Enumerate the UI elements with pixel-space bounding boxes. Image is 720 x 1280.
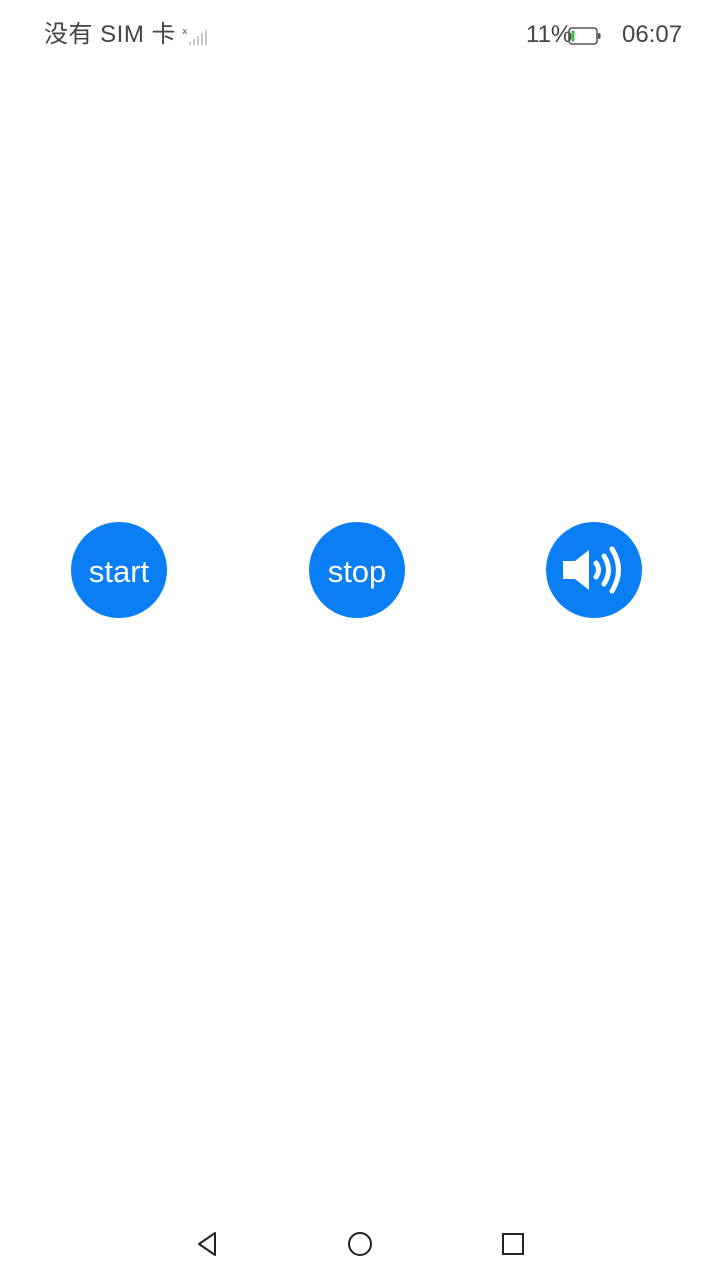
home-button[interactable]: [340, 1228, 380, 1260]
navigation-bar: [0, 1208, 720, 1280]
speaker-volume-icon: [563, 546, 621, 594]
clock: 06:07: [622, 21, 683, 48]
status-bar: 没有 SIM 卡 x 11% 06:07: [0, 0, 720, 72]
stop-button-label: stop: [327, 553, 387, 589]
stop-button[interactable]: stop: [309, 522, 405, 618]
app-screen: 没有 SIM 卡 x 11% 06:07 start stop: [0, 0, 720, 1280]
recent-apps-button[interactable]: [493, 1228, 533, 1260]
back-button[interactable]: [187, 1228, 227, 1260]
back-triangle-icon: [198, 1232, 216, 1256]
svg-text:x: x: [182, 27, 188, 37]
start-button-label: start: [88, 553, 150, 589]
recent-apps-square-icon: [502, 1233, 524, 1255]
volume-button[interactable]: [546, 522, 642, 618]
start-button[interactable]: start: [71, 522, 167, 618]
home-circle-icon: [348, 1232, 372, 1256]
signal-icon: x: [182, 27, 207, 45]
carrier-label: 没有 SIM 卡: [44, 21, 177, 48]
battery-percent: 11%: [526, 21, 573, 48]
battery-icon: [568, 27, 601, 45]
